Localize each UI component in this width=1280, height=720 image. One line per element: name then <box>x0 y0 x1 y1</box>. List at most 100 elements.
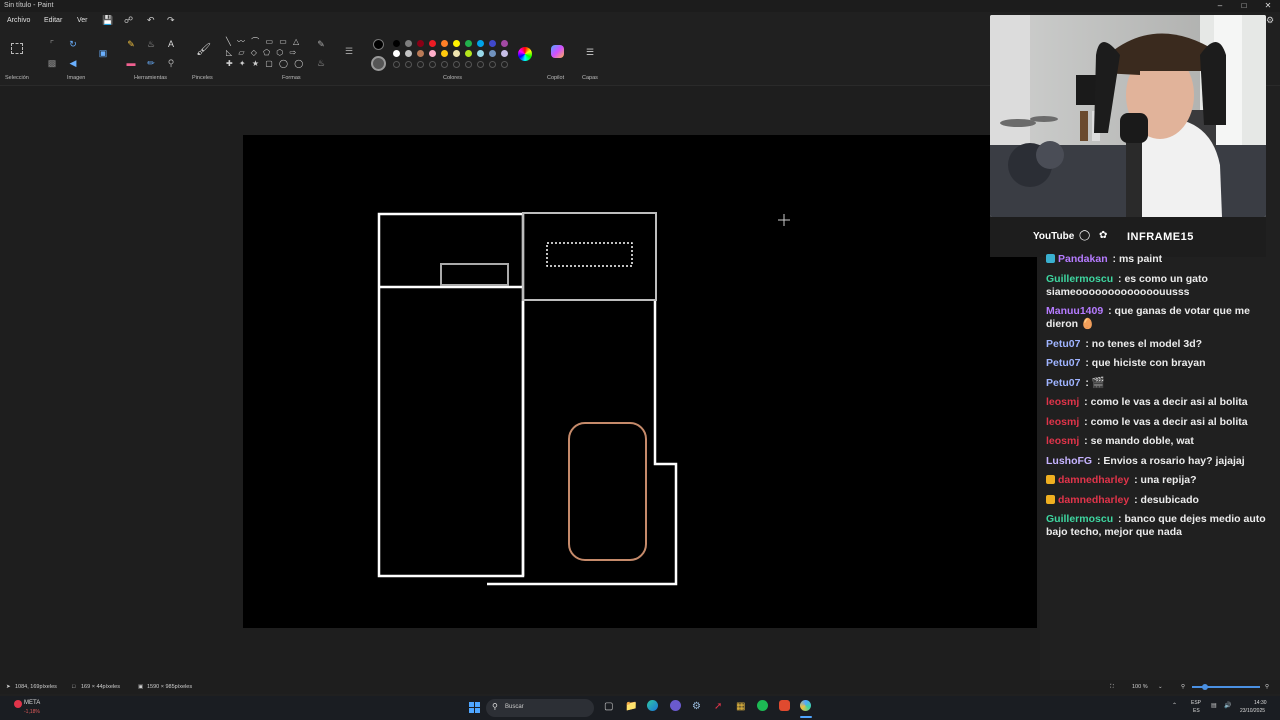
magnifier-icon[interactable]: ⚲ <box>164 56 178 70</box>
taskbar-search-box[interactable]: ⚲ Buscar <box>486 699 594 717</box>
app-icon-1[interactable] <box>670 700 681 711</box>
custom-color-slot[interactable] <box>501 61 508 68</box>
menu-archivo[interactable]: Archivo <box>7 17 30 24</box>
crosshair-cursor-icon <box>778 214 790 226</box>
chat-message: damnedharley : una repija? <box>1046 474 1271 487</box>
select-rectangle-icon[interactable] <box>11 43 23 54</box>
chat-separator: : <box>1081 396 1091 408</box>
paint-app-icon[interactable] <box>800 700 811 711</box>
car-shape <box>568 422 647 561</box>
secondary-color[interactable] <box>371 56 386 71</box>
custom-color-slot[interactable] <box>429 61 436 68</box>
palette-swatch[interactable] <box>393 40 400 47</box>
input-language-sub: ES <box>1193 708 1200 714</box>
palette-swatch[interactable] <box>489 40 496 47</box>
start-windows-icon[interactable] <box>469 702 480 713</box>
palette-swatch[interactable] <box>453 50 460 57</box>
palette-swatch[interactable] <box>405 40 412 47</box>
eraser-icon[interactable]: ▬ <box>124 56 138 70</box>
maximize-button[interactable]: □ <box>1232 0 1256 12</box>
text-icon[interactable]: A <box>164 37 178 51</box>
small-gray-rect <box>440 263 509 286</box>
palette-swatch[interactable] <box>489 50 496 57</box>
drawing-canvas[interactable] <box>243 135 1037 628</box>
image-select-icon[interactable]: ▩ <box>45 56 59 70</box>
palette-swatch[interactable] <box>417 50 424 57</box>
palette-swatch[interactable] <box>441 40 448 47</box>
tray-chevron-icon[interactable]: ⌃ <box>1172 702 1177 709</box>
resize-icon[interactable]: ▣ <box>96 46 110 60</box>
pencil-icon[interactable]: ✎ <box>124 37 138 51</box>
zoom-dropdown-icon[interactable]: ⌄ <box>1158 684 1163 690</box>
palette-swatch[interactable] <box>477 50 484 57</box>
zoom-slider-thumb[interactable] <box>1202 684 1208 690</box>
undo-icon[interactable]: ↶ <box>147 15 155 26</box>
redo-icon[interactable]: ↷ <box>167 15 175 26</box>
task-view-icon[interactable]: ▢ <box>604 701 613 712</box>
app-icon-3[interactable]: ▦ <box>736 701 745 712</box>
custom-color-slot[interactable] <box>405 61 412 68</box>
custom-color-slot[interactable] <box>489 61 496 68</box>
fill-bucket-icon[interactable]: ♨ <box>144 37 158 51</box>
custom-color-slot[interactable] <box>465 61 472 68</box>
brush-icon[interactable]: 🖌 <box>196 42 211 56</box>
palette-swatch[interactable] <box>429 40 436 47</box>
spotify-icon[interactable] <box>757 700 768 711</box>
chat-text: ms paint <box>1118 253 1163 265</box>
palette-swatch[interactable] <box>477 40 484 47</box>
clock-date: 23/10/2025 <box>1240 708 1266 714</box>
zoom-in-icon[interactable]: ⚲ <box>1265 684 1269 690</box>
chat-username: Manuu1409 <box>1046 305 1104 317</box>
custom-color-slot[interactable] <box>393 61 400 68</box>
volume-icon[interactable]: 🔊 <box>1224 702 1231 709</box>
chat-text: 🎬 <box>1091 376 1105 389</box>
shapes-gallery[interactable]: ╲ 〰 ⌒ ▭ ▭ △ ◺ ▱ ◇ ⬠ ⬡ ⇨ ✚ ✦ ★ ▢ ◯ ◯ <box>226 36 308 72</box>
palette-swatch[interactable] <box>393 50 400 57</box>
chat-separator: : <box>1081 415 1091 428</box>
network-icon[interactable]: ▤ <box>1211 702 1217 709</box>
clock-time[interactable]: 14:30 <box>1254 700 1267 706</box>
custom-color-slot[interactable] <box>453 61 460 68</box>
stock-widget-icon[interactable] <box>14 700 22 708</box>
palette-swatch[interactable] <box>453 40 460 47</box>
share-icon[interactable]: ☍ <box>124 15 133 26</box>
palette-swatch[interactable] <box>441 50 448 57</box>
palette-swatch[interactable] <box>501 40 508 47</box>
edit-colors-icon[interactable] <box>518 47 532 61</box>
crop-icon[interactable]: ⌜ <box>45 37 59 51</box>
custom-color-slot[interactable] <box>477 61 484 68</box>
close-button[interactable]: ✕ <box>1256 0 1280 12</box>
stroke-size-icon[interactable]: ☰ <box>342 44 356 58</box>
flip-icon[interactable]: ◀ <box>66 56 80 70</box>
minimize-button[interactable]: – <box>1208 0 1232 12</box>
palette-swatch[interactable] <box>465 40 472 47</box>
chat-message: leosmj : como le vas a decir asi al boli… <box>1046 396 1271 409</box>
palette-swatch[interactable] <box>417 40 424 47</box>
app-icon-2[interactable]: ➚ <box>714 701 722 712</box>
palette-swatch[interactable] <box>501 50 508 57</box>
custom-color-slot[interactable] <box>441 61 448 68</box>
rotate-icon[interactable]: ↻ <box>66 37 80 51</box>
menu-ver[interactable]: Ver <box>77 17 88 24</box>
save-icon[interactable]: 💾 <box>102 15 113 26</box>
zoom-level[interactable]: 100 % <box>1132 684 1148 690</box>
edge-browser-icon[interactable] <box>647 700 658 711</box>
file-explorer-icon[interactable]: 📁 <box>625 701 637 712</box>
fit-window-icon[interactable]: ⛶ <box>1110 684 1114 691</box>
steam-icon[interactable]: ⚙ <box>692 701 701 712</box>
color-picker-icon[interactable]: ✏ <box>144 56 158 70</box>
menu-editar[interactable]: Editar <box>44 17 62 24</box>
custom-color-slot[interactable] <box>417 61 424 68</box>
palette-swatch[interactable] <box>405 50 412 57</box>
palette-swatch[interactable] <box>465 50 472 57</box>
app-icon-4[interactable] <box>779 700 790 711</box>
zoom-out-icon[interactable]: ⚲ <box>1181 684 1185 690</box>
layers-icon[interactable]: ☰ <box>583 45 597 59</box>
shape-fill-icon[interactable]: ♨ <box>314 56 328 70</box>
settings-gear-icon[interactable]: ⚙ <box>1266 15 1274 26</box>
primary-color[interactable] <box>373 39 384 50</box>
input-language[interactable]: ESP <box>1191 700 1201 706</box>
copilot-icon[interactable] <box>551 45 564 58</box>
palette-swatch[interactable] <box>429 50 436 57</box>
outline-icon[interactable]: ✎ <box>314 37 328 51</box>
